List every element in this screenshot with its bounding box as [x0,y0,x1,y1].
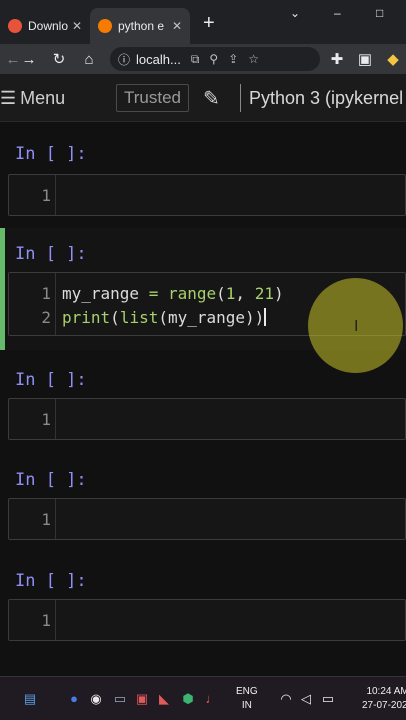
line-gutter: 1 [9,499,56,539]
menu-label: Menu [20,88,66,108]
ibeam-cursor-icon: I [354,318,359,335]
chevron-down-icon[interactable]: ⌄ [290,6,300,20]
code-token-number: 21 [254,284,274,303]
code-cell[interactable]: In [ ]: 1 [0,555,406,655]
cell-prompt: In [ ]: [15,571,87,591]
line-gutter: 1 [9,600,56,640]
code-line[interactable]: my_range = range(1, 21) [62,284,284,303]
share-icon[interactable]: ⇪ [228,52,238,66]
code-token-number: 1 [225,284,236,303]
microphone-icon[interactable]: ♩ [204,691,220,707]
region-code: IN [241,700,252,711]
menu-button[interactable]: ☰ Menu [0,88,65,109]
code-token: ) [273,284,284,303]
code-token-builtin: list [119,308,159,327]
home-icon[interactable]: ⌂ [76,46,102,72]
cell-prompt: In [ ]: [15,144,87,164]
line-gutter: 1 [9,399,56,439]
hamburger-icon: ☰ [0,88,17,108]
store-icon[interactable]: ▤ [22,691,38,707]
line-number: 1 [41,284,51,303]
language-indicator[interactable]: ENG IN [236,685,258,713]
address-text: localh... [136,51,181,67]
pencil-edit-icon[interactable]: ✎ [203,86,220,111]
cell-input[interactable]: 1 [8,498,406,540]
line-number: 1 [41,510,51,529]
cell-input[interactable]: 1 [8,599,406,641]
code-token: ( [158,308,168,327]
cell-prompt: In [ ]: [15,470,87,490]
line-gutter: 1 2 [9,273,56,335]
side-panel-icon[interactable]: ▣ [352,46,378,72]
battery-icon[interactable]: ▭ [320,691,336,707]
info-icon[interactable]: ⓘ [118,51,130,68]
translate-icon[interactable]: ⧉ [191,52,200,67]
app-icon[interactable]: ● [66,691,82,707]
code-line[interactable]: print(list(my_range)) [62,308,267,327]
tab-downloads[interactable]: Downloa ✕ [0,8,90,44]
jupyter-favicon-icon [98,19,112,33]
code-cell[interactable]: In [ ]: 1 [0,454,406,554]
code-token: , [235,284,255,303]
zoom-icon[interactable]: ⚲ [209,52,218,66]
system-clock[interactable]: 10:24 AM 27-07-2023 [362,685,406,713]
code-token-operator: = [139,284,168,303]
browser-toolbar: ← → ↻ ⌂ ⓘ localh... ⧉ ⚲ ⇪ ☆ ✚ ▣ ◆ [0,44,406,74]
cell-prompt: In [ ]: [15,244,87,264]
flag-icon[interactable]: ◣ [156,691,172,707]
line-number: 1 [41,611,51,630]
forward-arrow-icon[interactable]: → [16,46,42,72]
trusted-indicator[interactable]: Trusted [116,84,190,112]
code-token: ( [110,308,120,327]
minimize-icon[interactable]: – [334,6,341,20]
tab-title: Downloa [28,19,68,33]
line-gutter: 1 [9,175,56,215]
code-token: my_range [167,308,246,327]
clock-date: 27-07-2023 [362,700,406,711]
code-token-builtin: range [167,284,217,303]
language-code: ENG [236,686,258,697]
notebook: In [ ]: 1 In [ ]: 1 2 my_range = range(1… [0,122,406,676]
obs-icon[interactable]: ◉ [88,691,104,707]
text-cursor [264,308,267,326]
downloads-favicon-icon [8,19,22,33]
close-tab-icon[interactable]: ✕ [172,19,182,33]
cell-prompt: In [ ]: [15,370,87,390]
code-cell[interactable]: In [ ]: 1 [0,122,406,222]
kernel-indicator[interactable]: Python 3 (ipykernel [240,84,403,112]
code-token-builtin: print [62,308,111,327]
shield-icon[interactable]: ⬢ [180,691,196,707]
code-token: ( [216,284,226,303]
snip-icon[interactable]: ▣ [134,691,150,707]
extensions-icon[interactable]: ✚ [324,46,350,72]
wifi-icon[interactable]: ◠ [278,691,294,707]
reload-icon[interactable]: ↻ [46,46,72,72]
monitor-icon[interactable]: ▭ [112,691,128,707]
jupyter-header: ☰ Menu Trusted ✎ Python 3 (ipykernel [0,74,406,122]
browser-tab-strip: Downloa ✕ python e ✕ + ⌄ – □ [0,0,406,44]
tab-python[interactable]: python e ✕ [90,8,190,44]
maximize-icon[interactable]: □ [376,6,383,20]
python-extension-icon[interactable]: ◆ [380,46,406,72]
code-token: )) [245,308,265,327]
address-bar[interactable]: ⓘ localh... ⧉ ⚲ ⇪ ☆ [110,47,320,71]
new-tab-button[interactable]: + [203,12,215,35]
code-token: my_range [62,284,140,303]
line-number: 2 [41,308,51,327]
cell-input[interactable]: 1 [8,174,406,216]
clock-time: 10:24 AM [366,686,406,697]
line-number: 1 [41,186,51,205]
close-tab-icon[interactable]: ✕ [72,19,82,33]
cell-input[interactable]: 1 [8,398,406,440]
line-number: 1 [41,410,51,429]
volume-icon[interactable]: ◁ [298,691,314,707]
taskbar: ▤ ● ◉ ▭ ▣ ◣ ⬢ ♩ ENG IN ◠ ◁ ▭ 10:24 AM 27… [0,676,406,720]
tab-title: python e [118,19,165,33]
bookmark-star-icon[interactable]: ☆ [248,52,259,66]
